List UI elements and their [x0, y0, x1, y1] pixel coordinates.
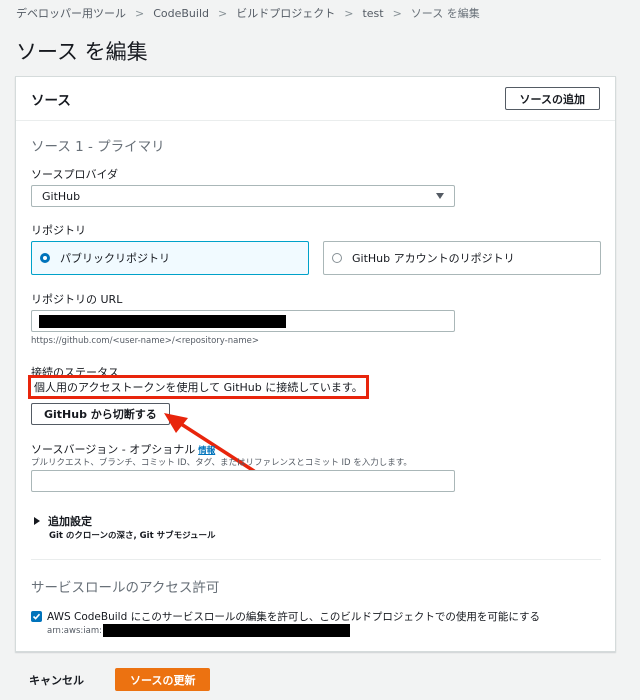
connection-status-text: 個人用のアクセストークンを使用して GitHub に接続しています。 [28, 375, 369, 399]
radio-label: GitHub アカウントのリポジトリ [352, 252, 515, 265]
checkmark-icon [32, 613, 41, 620]
radio-label: パブリックリポジトリ [60, 252, 170, 265]
chevron-right-icon: > [344, 6, 354, 20]
radio-public-repository[interactable]: パブリックリポジトリ [31, 241, 309, 275]
additional-settings-title: 追加設定 [48, 515, 92, 528]
radio-selected-icon [40, 253, 50, 263]
repo-url-input[interactable] [31, 310, 455, 332]
caret-down-icon [436, 193, 444, 199]
cancel-button[interactable]: キャンセル [29, 672, 84, 688]
source-version-input[interactable] [31, 470, 455, 492]
breadcrumb: デベロッパー用ツール > CodeBuild > ビルドプロジェクト > tes… [16, 5, 480, 21]
source-panel: ソース ソースの追加 ソース 1 - プライマリ ソースプロバイダ GitHub… [15, 76, 616, 652]
source-version-label: ソースバージョン - オプショナル [31, 443, 196, 456]
breadcrumb-current: ソース を編集 [410, 7, 480, 20]
service-role-checkbox-label: AWS CodeBuild にこのサービスロールの編集を許可し、このビルドプロジ… [47, 611, 540, 623]
breadcrumb-build-projects[interactable]: ビルドプロジェクト [236, 5, 335, 21]
arn-prefix: arn:aws:iam:: [47, 626, 105, 636]
panel-title: ソース [31, 92, 71, 109]
redacted-repo-url [39, 315, 286, 328]
repo-url-label: リポジトリの URL [31, 293, 123, 306]
repository-label: リポジトリ [31, 224, 86, 237]
additional-settings-toggle[interactable]: 追加設定 [34, 513, 92, 529]
service-role-section-title: サービスロールのアクセス許可 [31, 580, 220, 596]
breadcrumb-codebuild[interactable]: CodeBuild [153, 7, 209, 20]
add-source-button[interactable]: ソースの追加 [504, 87, 600, 110]
additional-settings-subtitle: Git のクローンの深さ, Git サブモジュール [49, 531, 216, 541]
chevron-right-icon: > [218, 6, 228, 20]
provider-select[interactable]: GitHub [31, 185, 455, 207]
provider-value: GitHub [42, 189, 81, 203]
radio-unselected-icon [332, 253, 342, 263]
chevron-right-icon: > [392, 6, 402, 20]
breadcrumb-developer-tools[interactable]: デベロッパー用ツール [16, 5, 126, 21]
source-version-description: プルリクエスト、ブランチ、コミット ID、タグ、またはリファレンスとコミット I… [31, 458, 412, 468]
disconnect-github-button[interactable]: GitHub から切断する [31, 403, 170, 425]
section-divider [31, 559, 601, 560]
update-source-button[interactable]: ソースの更新 [115, 668, 211, 691]
panel-header: ソース ソースの追加 [16, 77, 615, 121]
chevron-right-icon: > [135, 6, 145, 20]
page-title: ソース を編集 [16, 40, 148, 64]
source-version-label-row: ソースバージョン - オプショナル 情報 [31, 441, 215, 457]
source-section-title: ソース 1 - プライマリ [31, 139, 165, 155]
radio-github-account-repository[interactable]: GitHub アカウントのリポジトリ [323, 241, 601, 275]
caret-right-icon [34, 517, 40, 525]
redacted-arn [103, 624, 350, 637]
repo-url-hint: https://github.com/<user-name>/<reposito… [31, 336, 259, 346]
breadcrumb-test[interactable]: test [362, 7, 383, 20]
provider-label: ソースプロバイダ [31, 168, 119, 181]
info-link[interactable]: 情報 [198, 446, 215, 456]
service-role-checkbox[interactable] [31, 611, 42, 622]
